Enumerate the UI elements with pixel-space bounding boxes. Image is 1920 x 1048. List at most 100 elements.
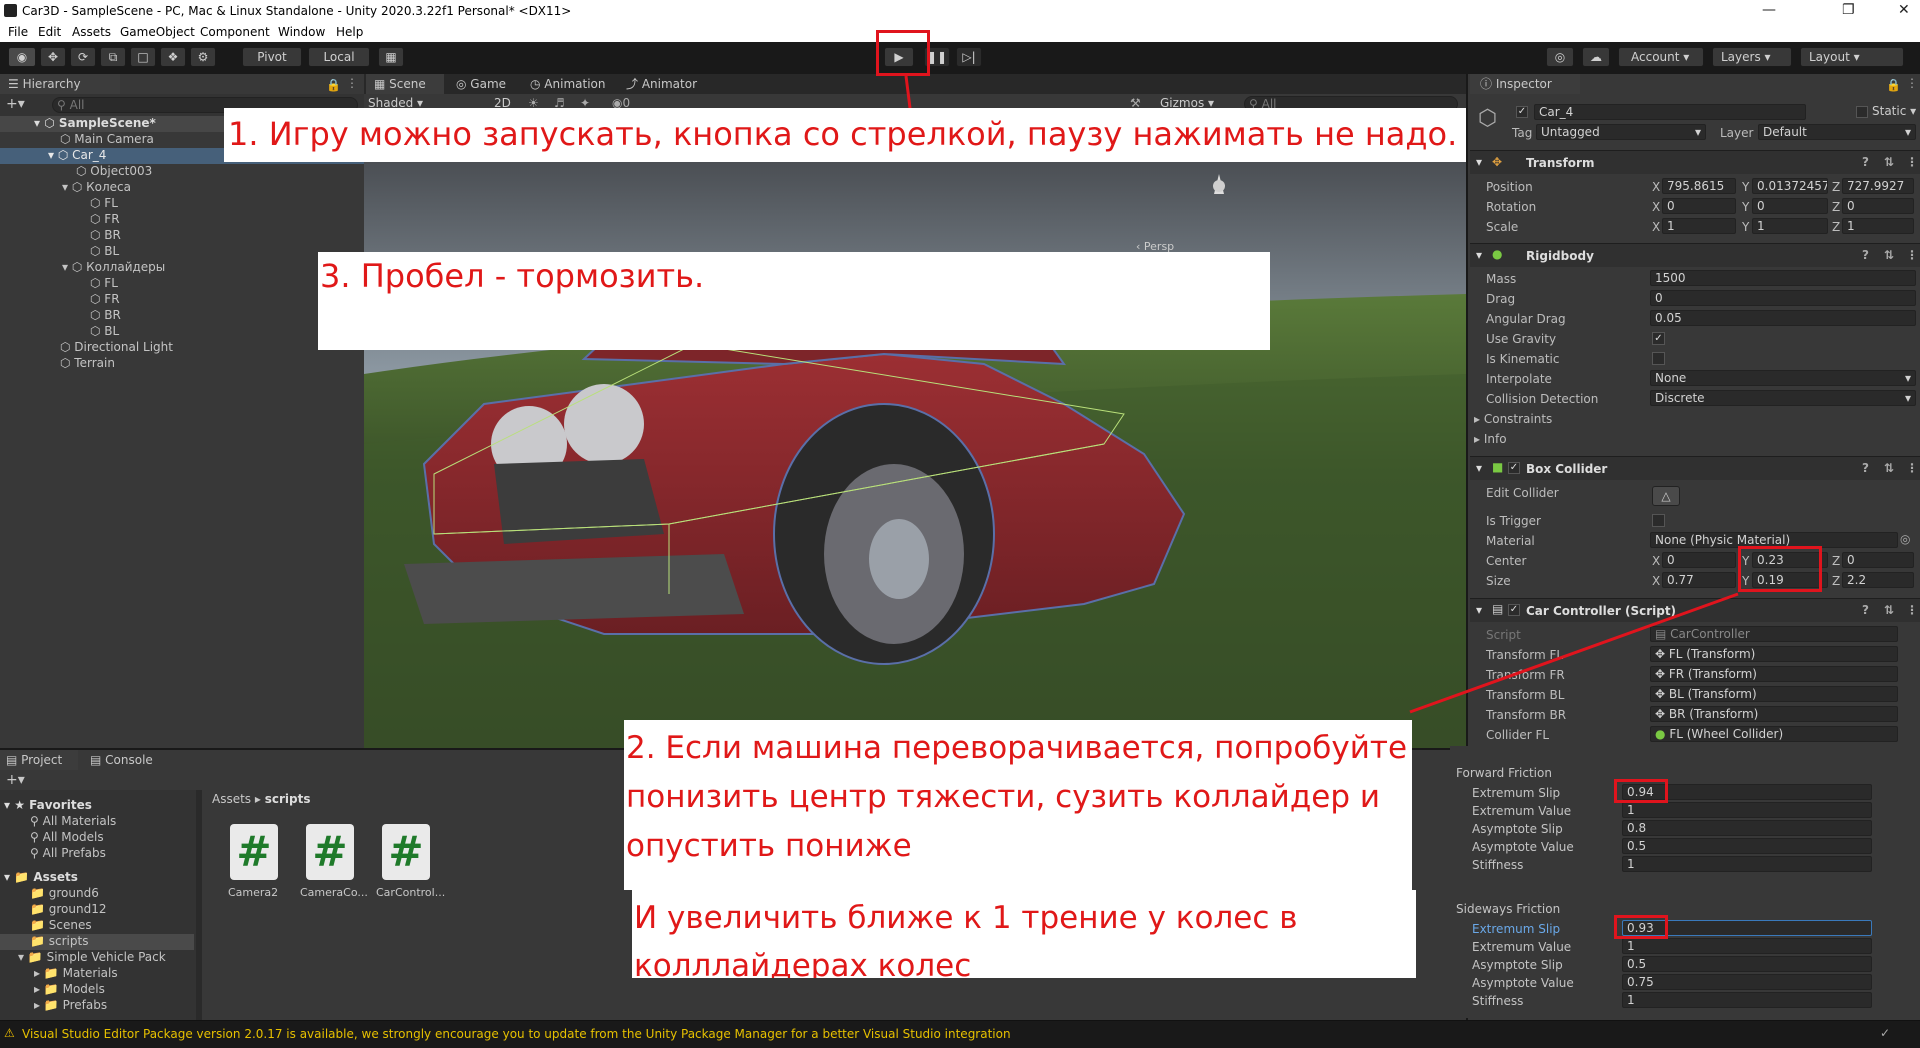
folder-models[interactable]: ▸ 📁 Models [34, 982, 105, 996]
active-checkbox[interactable]: ✓ [1516, 106, 1528, 118]
tree-item-terrain[interactable]: ⬡ Terrain [60, 356, 115, 370]
foldout-icon[interactable]: ▾ [1476, 155, 1482, 169]
folder-prefabs[interactable]: ▸ 📁 Prefabs [34, 998, 107, 1012]
component-menu-icon[interactable]: ⋮ [1906, 248, 1918, 262]
preset-icon[interactable]: ⇅ [1884, 603, 1894, 617]
inspector-lock-icon[interactable]: 🔒 [1886, 78, 1901, 92]
scale-x-field[interactable]: 1 [1662, 218, 1736, 234]
step-button[interactable]: ▷| [956, 47, 982, 67]
tree-item-bl[interactable]: ⬡ BL [90, 244, 119, 258]
box-collider-header[interactable]: ▾ ■ ✓ Box Collider ? ⇅ ⋮ [1470, 456, 1920, 480]
inspector-tab[interactable]: ⓘ Inspector [1470, 74, 1580, 94]
tree-item-collider-bl[interactable]: ⬡ BL [90, 324, 119, 338]
breadcrumb-scripts[interactable]: scripts [265, 792, 311, 806]
transform-header[interactable]: ▾ ✥ Transform ? ⇅ ⋮ [1470, 150, 1920, 174]
folder-materials[interactable]: ▸ 📁 Materials [34, 966, 118, 980]
fav-all-materials[interactable]: ⚲ All Materials [30, 814, 116, 828]
static-dropdown[interactable]: Static ▾ [1872, 104, 1916, 118]
scale-tool-icon[interactable]: ⧉ [100, 47, 126, 67]
file-carcontrol[interactable]: CarControl... [376, 886, 445, 899]
position-y-field[interactable]: 0.01372457 [1752, 178, 1828, 194]
menu-help[interactable]: Help [336, 25, 363, 39]
object-picker-icon[interactable]: ◎ [1900, 532, 1910, 546]
add-icon[interactable]: +▾ [6, 96, 25, 112]
tag-dropdown[interactable]: Untagged ▾ [1536, 124, 1706, 140]
minimize-icon[interactable]: — [1762, 2, 1776, 18]
tree-item-fr[interactable]: ⬡ FR [90, 212, 120, 226]
component-menu-icon[interactable]: ⋮ [1906, 155, 1918, 169]
help-icon[interactable]: ? [1862, 603, 1869, 617]
sideways-extremum-value-field[interactable]: 1 [1622, 938, 1872, 954]
layout-dropdown[interactable]: Layout ▾ [1800, 47, 1904, 67]
tree-item-object003[interactable]: ⬡ Object003 [76, 164, 152, 178]
favorites-foldout[interactable]: ▾ ★ Favorites [4, 798, 92, 812]
center-z-field[interactable]: 0 [1842, 552, 1914, 568]
create-icon[interactable]: +▾ [6, 772, 25, 788]
scale-y-field[interactable]: 1 [1752, 218, 1828, 234]
rotation-y-field[interactable]: 0 [1752, 198, 1828, 214]
edit-collider-button[interactable]: △ [1652, 486, 1680, 506]
layer-dropdown[interactable]: Default ▾ [1758, 124, 1916, 140]
rigidbody-header[interactable]: ▾ ● Rigidbody ? ⇅ ⋮ [1470, 243, 1920, 267]
csharp-script-icon[interactable]: # [230, 824, 278, 880]
panel-menu-icon[interactable]: ⋮ [346, 76, 358, 90]
account-dropdown[interactable]: Account ▾ [1618, 47, 1704, 67]
rotate-tool-icon[interactable]: ⟳ [70, 47, 96, 67]
menu-component[interactable]: Component [200, 25, 270, 39]
collision-dropdown[interactable]: Discrete ▾ [1650, 390, 1916, 406]
rotation-x-field[interactable]: 0 [1662, 198, 1736, 214]
folder-scenes[interactable]: 📁 Scenes [30, 918, 92, 932]
status-check-icon[interactable]: ✓ [1880, 1026, 1890, 1040]
tree-item-collider-fr[interactable]: ⬡ FR [90, 292, 120, 306]
static-checkbox[interactable] [1856, 106, 1868, 118]
scale-z-field[interactable]: 1 [1842, 218, 1914, 234]
close-icon[interactable]: ✕ [1898, 2, 1910, 18]
forward-asymptote-slip-field[interactable]: 0.8 [1622, 820, 1872, 836]
tree-item-main-camera[interactable]: ⬡ Main Camera [60, 132, 154, 146]
hierarchy-tab[interactable]: ☰ Hierarchy [0, 74, 120, 94]
mass-field[interactable]: 1500 [1650, 270, 1916, 286]
tree-item-colliders[interactable]: ▾ ⬡ Коллайдеры [62, 260, 165, 274]
angular-drag-field[interactable]: 0.05 [1650, 310, 1916, 326]
tab-project[interactable]: ▤ Project [0, 750, 78, 770]
is-trigger-checkbox[interactable] [1652, 514, 1665, 527]
component-menu-icon[interactable]: ⋮ [1906, 603, 1918, 617]
constraints-foldout[interactable]: ▸ Constraints [1474, 412, 1552, 426]
position-z-field[interactable]: 727.9927 [1842, 178, 1914, 194]
inspector-menu-icon[interactable]: ⋮ [1906, 76, 1918, 90]
tab-console[interactable]: ▤ Console [86, 750, 153, 770]
drag-field[interactable]: 0 [1650, 290, 1916, 306]
view-tool-icon[interactable]: ◉ [8, 47, 36, 67]
preset-icon[interactable]: ⇅ [1884, 155, 1894, 169]
tree-item-collider-fl[interactable]: ⬡ FL [90, 276, 118, 290]
scene-item[interactable]: ▾ ⬡ SampleScene* [34, 116, 156, 130]
collider-fl-field[interactable]: ● FL (Wheel Collider) [1650, 726, 1898, 742]
size-x-field[interactable]: 0.77 [1662, 572, 1736, 588]
pivot-button[interactable]: Pivot [242, 47, 302, 67]
tree-item-br[interactable]: ⬡ BR [90, 228, 121, 242]
file-camera2[interactable]: Camera2 [228, 886, 278, 899]
fav-all-prefabs[interactable]: ⚲ All Prefabs [30, 846, 106, 860]
info-foldout[interactable]: ▸ Info [1474, 432, 1507, 446]
file-cameraco[interactable]: CameraCo... [300, 886, 368, 899]
menu-gameobject[interactable]: GameObject [120, 25, 195, 39]
tree-item-fl[interactable]: ⬡ FL [90, 196, 118, 210]
cloud-icon[interactable]: ☁ [1582, 47, 1610, 67]
object-name-field[interactable]: Car_4 [1534, 104, 1806, 120]
maximize-icon[interactable]: ❐ [1842, 2, 1855, 18]
tree-item-car4[interactable]: ▾ ⬡ Car_4 [48, 148, 106, 162]
tab-animation[interactable]: ◷ Animation [524, 74, 605, 94]
layers-dropdown[interactable]: Layers ▾ [1712, 47, 1792, 67]
foldout-icon[interactable]: ▾ [1476, 461, 1482, 475]
collab-icon[interactable]: ◎ [1546, 47, 1574, 67]
csharp-script-icon[interactable]: # [382, 824, 430, 880]
fav-all-models[interactable]: ⚲ All Models [30, 830, 104, 844]
folder-scripts[interactable]: 📁 scripts [30, 934, 88, 948]
use-gravity-checkbox[interactable]: ✓ [1652, 332, 1665, 345]
transform-tool-icon[interactable]: ❖ [160, 47, 186, 67]
interpolate-dropdown[interactable]: None ▾ [1650, 370, 1916, 386]
tab-animator[interactable]: ⤴ Animator [620, 74, 697, 94]
sideways-asymptote-slip-field[interactable]: 0.5 [1622, 956, 1872, 972]
tree-item-directional-light[interactable]: ⬡ Directional Light [60, 340, 173, 354]
transform-bl-field[interactable]: ✥ BL (Transform) [1650, 686, 1898, 702]
